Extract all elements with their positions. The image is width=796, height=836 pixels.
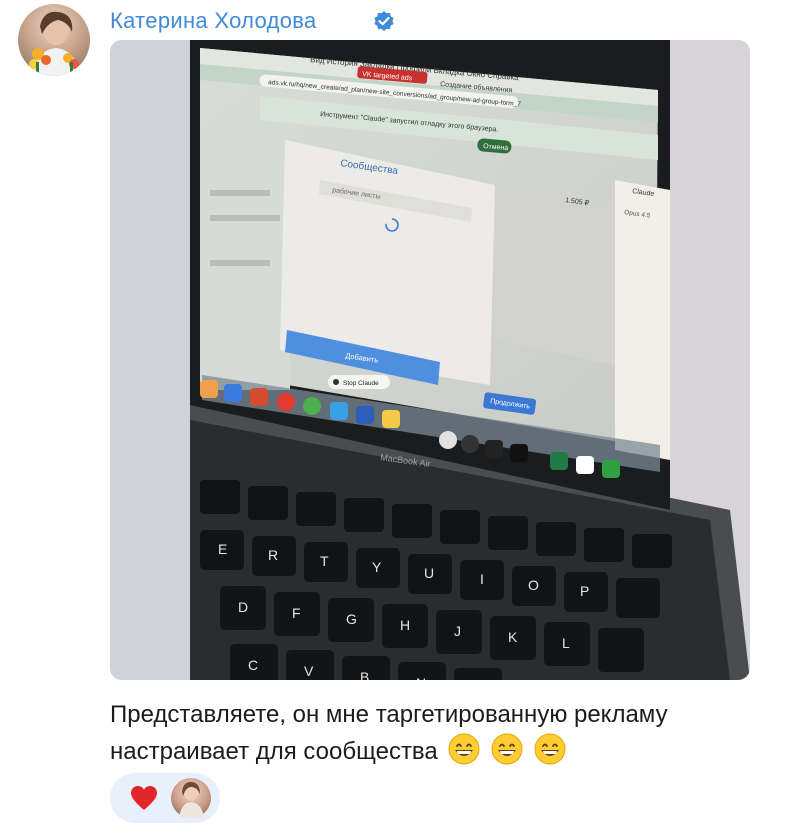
stop-claude: Stop Claude bbox=[343, 380, 379, 387]
grinning-face-icon bbox=[491, 733, 523, 765]
svg-text:N: N bbox=[416, 675, 426, 680]
reaction-pill[interactable] bbox=[110, 773, 220, 823]
avatar-photo bbox=[29, 11, 80, 76]
post-caption: Представляете, он мне таргетированную ре… bbox=[110, 697, 750, 770]
svg-text:E: E bbox=[218, 541, 227, 557]
svg-text:C: C bbox=[248, 657, 258, 673]
caption-text: Представляете, он мне таргетированную ре… bbox=[110, 701, 668, 765]
svg-text:G: G bbox=[346, 611, 357, 627]
grinning-face-icon bbox=[448, 733, 480, 765]
verified-badge-icon bbox=[374, 11, 394, 31]
post-photo[interactable]: Вид История Закладки Профили Вкладка Окн… bbox=[110, 40, 750, 680]
svg-text:H: H bbox=[400, 617, 410, 633]
svg-text:T: T bbox=[320, 553, 329, 569]
svg-text:K: K bbox=[508, 629, 518, 645]
svg-text:Y: Y bbox=[372, 559, 382, 575]
svg-text:P: P bbox=[580, 583, 589, 599]
svg-text:I: I bbox=[480, 571, 484, 587]
svg-text:R: R bbox=[268, 547, 278, 563]
svg-text:D: D bbox=[238, 599, 248, 615]
reactor-photo bbox=[179, 782, 204, 818]
svg-text:U: U bbox=[424, 565, 434, 581]
svg-text:J: J bbox=[454, 623, 461, 639]
reactor-avatar[interactable] bbox=[171, 778, 211, 818]
heart-icon bbox=[131, 786, 157, 810]
svg-text:F: F bbox=[292, 605, 301, 621]
svg-text:O: O bbox=[528, 577, 539, 593]
svg-text:B: B bbox=[360, 669, 369, 680]
author-avatar[interactable] bbox=[18, 4, 90, 76]
svg-text:V: V bbox=[304, 663, 314, 679]
author-name[interactable]: Катерина Холодова bbox=[110, 8, 317, 34]
svg-text:L: L bbox=[562, 635, 570, 651]
grinning-face-icon bbox=[534, 733, 566, 765]
laptop-screen-photo: Вид История Закладки Профили Вкладка Окн… bbox=[110, 40, 750, 680]
